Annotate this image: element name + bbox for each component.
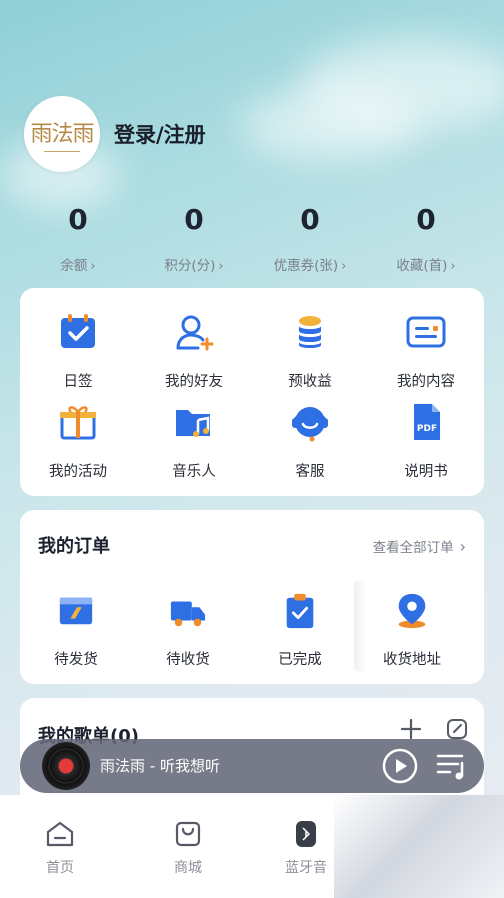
my-orders-card: 我的订单 查看全部订单 › 待发货 待收货 已完成 收货地址 — [20, 510, 484, 684]
content-card-icon — [406, 316, 446, 348]
stat-balance[interactable]: 0 余额 › — [20, 200, 136, 274]
feature-label: 客服 — [295, 464, 325, 480]
headset-icon — [292, 407, 328, 442]
stat-value: 0 — [68, 203, 88, 236]
delivery-truck-icon — [170, 601, 206, 627]
login-register-link[interactable]: 登录/注册 — [114, 119, 206, 149]
feature-my-friends[interactable]: 我的好友 — [136, 312, 252, 391]
stat-label: 余额 — [60, 258, 88, 274]
tab-label: 商城 — [174, 860, 202, 876]
add-friend-icon — [176, 315, 214, 351]
pdf-file-icon: PDF — [414, 404, 440, 440]
chevron-right-icon: › — [450, 259, 456, 274]
tab-mall[interactable]: 商城 — [128, 819, 248, 877]
feature-pre-earnings[interactable]: 预收益 — [252, 312, 368, 391]
edit-icon[interactable] — [446, 718, 468, 740]
home-icon — [46, 821, 74, 847]
location-pin-icon — [398, 593, 426, 629]
svg-text:PDF: PDF — [417, 424, 437, 434]
music-folder-icon — [176, 410, 210, 437]
feature-musician[interactable]: 音乐人 — [136, 402, 252, 481]
stat-label: 收藏(首) — [396, 258, 448, 274]
feature-label: 音乐人 — [172, 464, 216, 480]
feature-my-content[interactable]: 我的内容 — [368, 312, 484, 391]
chevron-right-icon: › — [459, 536, 466, 556]
order-label: 已完成 — [278, 652, 322, 668]
play-icon[interactable] — [382, 748, 418, 784]
feature-my-activities[interactable]: 我的活动 — [20, 402, 136, 481]
bluetooth-speaker-icon — [296, 821, 316, 847]
coin-stack-icon — [299, 316, 321, 348]
chevron-right-icon: › — [218, 259, 224, 274]
feature-label: 日签 — [63, 374, 93, 390]
order-to-ship[interactable]: 待发货 — [20, 592, 132, 669]
order-to-receive[interactable]: 待收货 — [132, 592, 244, 669]
feature-label: 我的内容 — [397, 374, 455, 390]
view-all-orders-link[interactable]: 查看全部订单 › — [372, 536, 466, 557]
chevron-right-icon: › — [90, 259, 96, 274]
stat-value: 0 — [184, 203, 204, 236]
tab-bar-fade — [334, 795, 504, 898]
stat-favorites[interactable]: 0 收藏(首) › — [368, 200, 484, 274]
calendar-check-icon — [61, 314, 95, 348]
tab-label: 首页 — [46, 860, 74, 876]
avatar-logo-text: 雨法雨 — [30, 122, 94, 147]
order-label: 收货地址 — [383, 652, 441, 668]
feature-label: 我的好友 — [165, 374, 223, 390]
album-disc-icon — [42, 742, 90, 790]
avatar-logo-line — [44, 151, 80, 152]
view-all-orders-label: 查看全部订单 — [372, 540, 454, 556]
stat-value: 0 — [416, 203, 436, 236]
now-playing-text: 雨法雨 - 听我想听 — [100, 757, 220, 775]
mini-player[interactable]: 雨法雨 - 听我想听 — [20, 739, 484, 793]
add-icon[interactable] — [400, 718, 422, 740]
orders-title: 我的订单 — [38, 536, 110, 557]
clipboard-check-icon — [286, 593, 314, 629]
package-send-icon — [59, 597, 93, 625]
stat-label: 积分(分) — [164, 258, 216, 274]
playlist-queue-icon[interactable] — [436, 751, 468, 781]
order-completed[interactable]: 已完成 — [244, 592, 356, 669]
feature-label: 我的活动 — [49, 464, 107, 480]
feature-grid-card: 日签 我的好友 预收益 我的内容 我的活动 音乐人 客服 PDF 说明书 — [20, 288, 484, 496]
feature-customer-service[interactable]: 客服 — [252, 402, 368, 481]
chevron-right-icon: › — [341, 259, 347, 274]
feature-label: 说明书 — [404, 464, 448, 480]
shopping-bag-icon — [175, 821, 201, 847]
stats-row: 0 余额 › 0 积分(分) › 0 优惠券(张) › 0 收藏(首) › — [20, 200, 484, 274]
order-address[interactable]: 收货地址 — [356, 592, 468, 669]
feature-label: 预收益 — [288, 374, 332, 390]
stat-label: 优惠券(张) — [273, 258, 339, 274]
stat-value: 0 — [300, 203, 320, 236]
stat-points[interactable]: 0 积分(分) › — [136, 200, 252, 274]
avatar[interactable]: 雨法雨 — [24, 96, 100, 172]
gift-icon — [60, 406, 96, 440]
order-label: 待收货 — [166, 652, 210, 668]
profile-header[interactable]: 雨法雨 登录/注册 — [24, 96, 206, 172]
feature-daily-sign[interactable]: 日签 — [20, 312, 136, 391]
order-label: 待发货 — [54, 652, 98, 668]
feature-manual[interactable]: PDF 说明书 — [368, 402, 484, 481]
tab-home[interactable]: 首页 — [0, 819, 120, 877]
stat-coupons[interactable]: 0 优惠券(张) › — [252, 200, 368, 274]
